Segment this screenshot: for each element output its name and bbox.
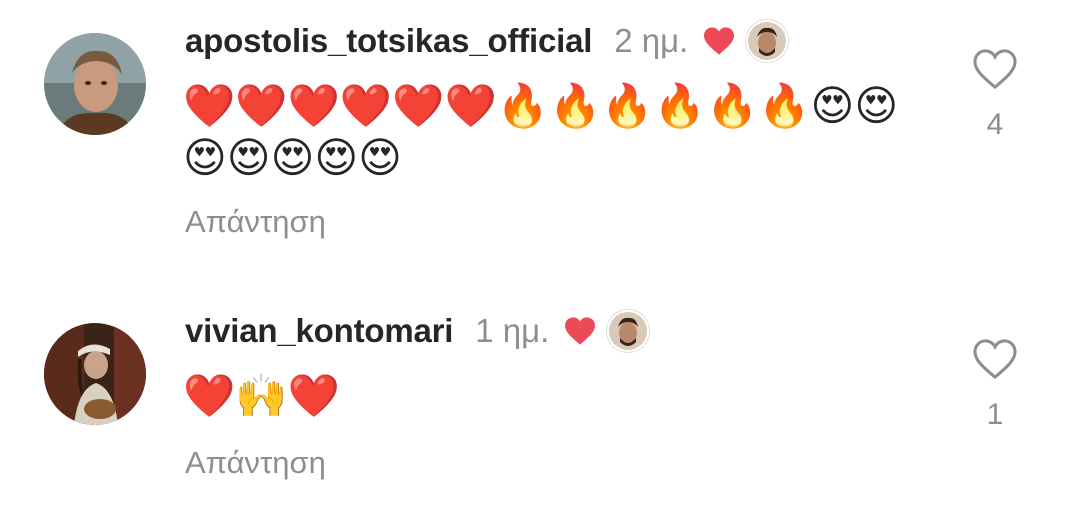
like-count: 4: [986, 108, 1004, 141]
heart-outline-icon[interactable]: [972, 48, 1018, 90]
username[interactable]: vivian_kontomari: [185, 312, 453, 350]
avatar[interactable]: [44, 33, 146, 135]
comment-text-line: 😍😍😍😍😍: [183, 133, 402, 182]
avatar[interactable]: [44, 323, 146, 425]
like-count: 1: [986, 398, 1004, 431]
author-avatar: [607, 310, 650, 352]
comment-text-line: ❤️❤️❤️❤️❤️❤️🔥🔥🔥🔥🔥🔥😍😍: [183, 81, 899, 130]
comment-header: apostolis_totsikas_official 2 ημ.: [185, 20, 789, 62]
comment-text: ❤️❤️❤️❤️❤️❤️🔥🔥🔥🔥🔥🔥😍😍 😍😍😍😍😍: [183, 80, 898, 184]
heart-filled-icon: [563, 316, 597, 346]
author-avatar: [746, 20, 789, 62]
comment-text: ❤️🙌❤️: [183, 370, 340, 422]
comment-text-line: ❤️🙌❤️: [183, 371, 340, 420]
reply-button[interactable]: Απάντηση: [185, 204, 326, 240]
comment-time: 1 ημ.: [475, 312, 550, 349]
comment-time: 2 ημ.: [614, 22, 689, 59]
username[interactable]: apostolis_totsikas_official: [185, 22, 592, 60]
reply-button[interactable]: Απάντηση: [185, 445, 326, 481]
comment-header: vivian_kontomari 1 ημ.: [185, 310, 650, 352]
heart-outline-icon[interactable]: [972, 338, 1018, 380]
heart-filled-icon: [702, 26, 736, 56]
